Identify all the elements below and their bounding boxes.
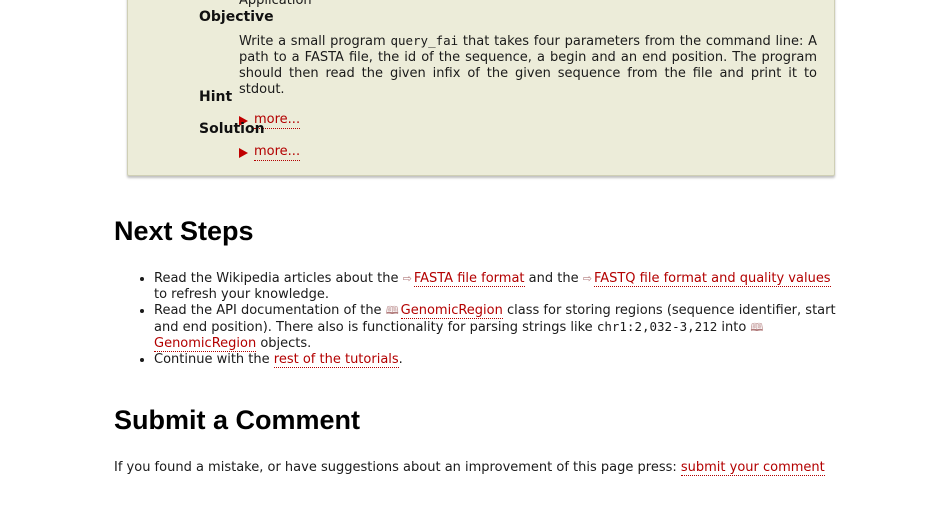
objective-code: query_fai: [390, 33, 459, 48]
rest-of-tutorials-link[interactable]: rest of the tutorials: [273, 352, 399, 368]
region-code: chr1:2,032-3,212: [596, 319, 718, 334]
solution-more-toggle[interactable]: more...: [239, 144, 301, 161]
assignment-box: Application Objective Write a small prog…: [127, 0, 835, 176]
book-icon: 🕮: [385, 304, 399, 317]
fastq-format-link[interactable]: FASTQ file format and quality values: [593, 271, 831, 287]
fasta-format-link[interactable]: FASTA file format: [413, 271, 525, 287]
list-item: Read the API documentation of the 🕮Genom…: [154, 303, 844, 352]
list-item: Continue with the rest of the tutorials.: [154, 352, 844, 368]
item3-text-1: Continue with the: [154, 352, 274, 367]
objective-text: Write a small program query_fai that tak…: [239, 33, 817, 98]
item2-text-1: Read the API documentation of the: [154, 303, 386, 318]
list-item: Read the Wikipedia articles about the ⇨F…: [154, 271, 844, 303]
item2-text-4: objects.: [256, 336, 312, 351]
genomic-region-link[interactable]: GenomicRegion: [400, 303, 503, 319]
comment-line: If you found a mistake, or have suggesti…: [114, 460, 825, 476]
item3-text-2: .: [398, 352, 403, 367]
solution-label: Solution: [199, 121, 265, 137]
submit-comment-link[interactable]: submit your comment: [680, 460, 825, 476]
triangle-right-icon: [239, 147, 248, 158]
submit-comment-heading: Submit a Comment: [114, 405, 361, 435]
external-link-icon: ⇨: [402, 272, 412, 285]
item2-text-3: into: [717, 320, 751, 335]
item1-text-2: and the: [524, 271, 583, 286]
item1-text-1: Read the Wikipedia articles about the: [154, 271, 403, 286]
type-value: Application: [239, 0, 312, 8]
solution-more-link[interactable]: more...: [254, 144, 301, 161]
item1-text-3: to refresh your knowledge.: [154, 287, 329, 302]
comment-text: If you found a mistake, or have suggesti…: [114, 460, 681, 475]
next-steps-list: Read the Wikipedia articles about the ⇨F…: [114, 271, 844, 368]
hint-label: Hint: [199, 89, 233, 105]
external-link-icon: ⇨: [582, 272, 592, 285]
book-icon: 🕮: [750, 321, 764, 334]
objective-text-1: Write a small program: [239, 34, 391, 49]
objective-label: Objective: [199, 9, 274, 25]
next-steps-heading: Next Steps: [114, 216, 254, 246]
genomic-region-link-2[interactable]: GenomicRegion: [154, 336, 257, 352]
